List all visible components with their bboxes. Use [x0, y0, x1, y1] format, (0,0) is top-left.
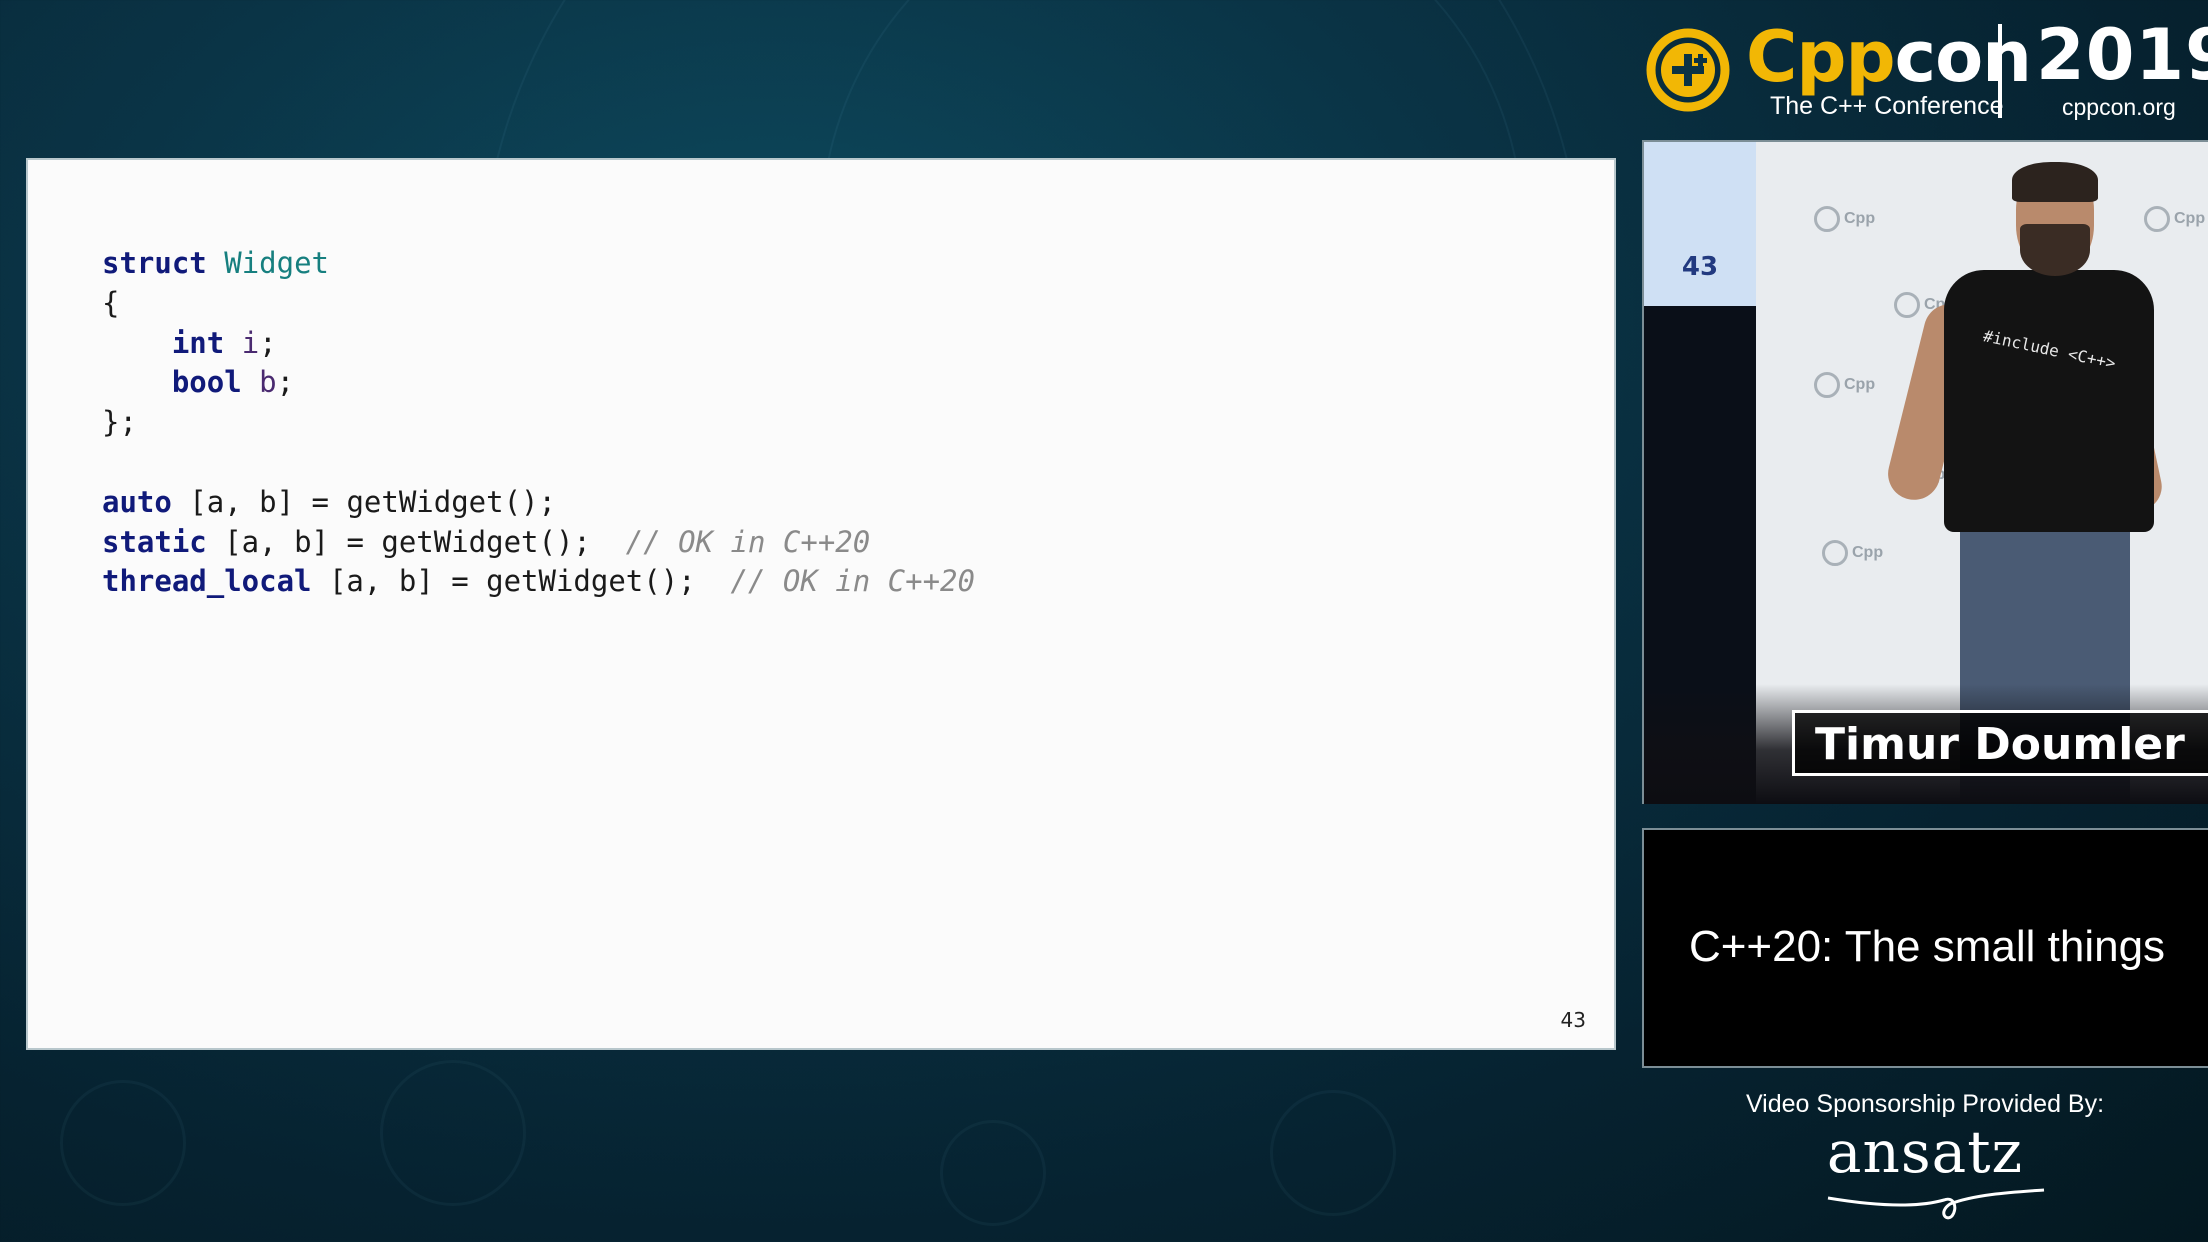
code-line: static [a, b] = getWidget(); // OK in C+… [102, 523, 975, 563]
speaker-name: Timur Doumler [1815, 719, 2185, 770]
speaker-beard [2020, 224, 2090, 276]
code-line: auto [a, b] = getWidget(); [102, 483, 975, 523]
slide-page-number: 43 [1560, 1008, 1586, 1032]
speaker-hair [2012, 162, 2098, 202]
code-token: auto [102, 484, 172, 519]
code-token: ; [276, 365, 295, 400]
logo-wordmark: Cppcon [1746, 16, 2032, 98]
side-monitor-number: 43 [1681, 252, 1719, 282]
talk-title: C++20: The small things [1688, 922, 2166, 971]
logo-tagline: The C++ Conference [1770, 92, 2004, 120]
code-token: static [102, 524, 207, 559]
speaker-video: Cpp Cpp Cpp Cpp Cpp Cpp Cpp 43 #include … [1642, 140, 2208, 804]
code-token: i [241, 325, 260, 360]
background-circle [380, 1060, 526, 1206]
code-token: [a, b] = getWidget(); [206, 524, 626, 559]
logo-year: 2019 [2036, 14, 2208, 96]
code-token: thread_local [102, 564, 312, 599]
code-line: }; [102, 403, 975, 443]
sponsor-swoosh-icon [1827, 1188, 2045, 1220]
code-token: int [171, 325, 225, 360]
background-circle [1270, 1090, 1396, 1216]
code-token: Widget [224, 246, 329, 280]
sponsor-logo: ansatz [1826, 1118, 2024, 1186]
presentation-slide: struct Widget{ int i; bool b;}; auto [a, … [26, 158, 1616, 1050]
cppcon-plus-icon [1646, 28, 1730, 112]
code-token: ; [259, 325, 277, 360]
code-token: // OK in C++20 [625, 524, 871, 559]
code-line: int i; [102, 324, 975, 364]
background-circle [940, 1120, 1046, 1226]
code-line: thread_local [a, b] = getWidget(); // OK… [102, 562, 975, 602]
code-token: struct [102, 246, 207, 280]
backdrop-logo: Cpp [1814, 372, 1875, 398]
logo-divider [1998, 24, 2002, 118]
code-token: b [259, 365, 277, 400]
logo-url: cppcon.org [2062, 94, 2176, 120]
backdrop-logo: Cpp [1822, 540, 1883, 566]
code-token: bool [171, 365, 242, 400]
code-token: [a, b] = getWidget(); [171, 484, 556, 519]
speaker-name-tag: Timur Doumler [1792, 710, 2208, 776]
sponsor-label: Video Sponsorship Provided By: [1745, 1090, 2105, 1118]
cppcon-logo: Cppcon The C++ Conference 2019 cppcon.or… [1642, 14, 2208, 120]
code-line: { [102, 284, 975, 324]
code-line: struct Widget [102, 244, 975, 284]
code-token: [a, b] = getWidget(); [311, 564, 731, 599]
backdrop-logo: Cpp [1814, 206, 1875, 232]
talk-title-box: C++20: The small things [1642, 828, 2208, 1068]
code-block: struct Widget{ int i; bool b;}; auto [a, … [102, 244, 975, 602]
code-token: }; [102, 405, 137, 440]
background-circle [60, 1080, 186, 1206]
speaker-shirt [1944, 270, 2154, 532]
backdrop-logo: Cpp [2144, 206, 2205, 232]
code-token: // OK in C++20 [730, 564, 975, 599]
code-token: { [102, 285, 120, 320]
code-line: bool b; [102, 363, 975, 403]
